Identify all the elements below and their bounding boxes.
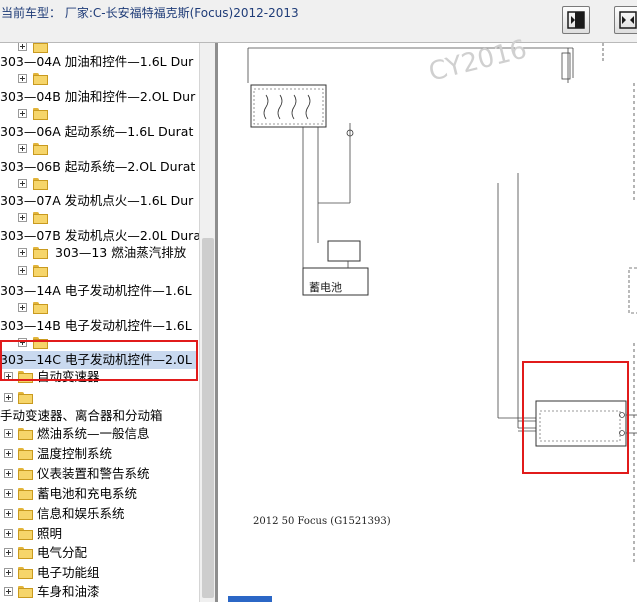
battery-label: 蓄电池 (309, 281, 342, 294)
tree-item-label: 仪表装置和警告系统 (37, 466, 150, 481)
expand-icon[interactable] (4, 529, 13, 538)
expand-icon[interactable] (4, 489, 13, 498)
folder-icon (18, 392, 34, 404)
tree-item[interactable]: 手动变速器、离合器和分动箱 (0, 407, 163, 425)
expand-icon[interactable] (18, 43, 27, 51)
expand-icon[interactable] (18, 144, 27, 153)
folder-icon (18, 547, 34, 559)
tree-item[interactable]: 303—14A 电子发动机控件—1.6L (0, 282, 192, 300)
folder-icon (33, 73, 49, 85)
folder-icon (18, 448, 34, 460)
expand-icon[interactable] (4, 469, 13, 478)
expand-icon[interactable] (4, 568, 13, 577)
tree-item-label: 电气分配 (37, 545, 88, 560)
expand-icon[interactable] (4, 393, 13, 402)
folder-icon (33, 178, 49, 190)
folder-icon (18, 508, 34, 520)
tree-item-label: 燃油系统—一般信息 (37, 426, 150, 441)
expand-icon[interactable] (4, 429, 13, 438)
folder-icon (18, 567, 34, 579)
folder-icon (18, 528, 34, 540)
folder-icon (33, 108, 49, 120)
folder-icon (33, 302, 49, 314)
folder-icon (33, 265, 49, 277)
tree-item[interactable]: 303—07A 发动机点火—1.6L Dur (0, 192, 193, 210)
module-highlight-box (522, 361, 629, 474)
folder-icon (33, 247, 49, 259)
tree-item[interactable]: 303—04B 加油和控件—2.OL Dur (0, 88, 195, 106)
expand-icon[interactable] (4, 548, 13, 557)
expand-icon[interactable] (18, 303, 27, 312)
expand-icon[interactable] (18, 248, 27, 257)
diagram-caption: 2012 50 Focus (G1521393) (253, 516, 391, 527)
expand-icon[interactable] (18, 109, 27, 118)
tree-item-label: 温度控制系统 (37, 446, 113, 461)
tree-item-label: 信息和娱乐系统 (37, 506, 125, 521)
folder-icon (33, 43, 49, 53)
expand-panel-button[interactable] (614, 6, 637, 34)
tree-item-label: 蓄电池和充电系统 (37, 486, 138, 501)
bottom-tab[interactable] (228, 596, 272, 602)
tree-item-label: 照明 (37, 526, 63, 541)
tree-item-label: 电子功能组 (37, 565, 100, 580)
tree-item[interactable]: 303—06A 起动系统—1.6L Durat (0, 123, 193, 141)
panel-right-icon (567, 11, 585, 29)
tree-item[interactable]: 303—07B 发动机点火—2.0L Dura (0, 227, 200, 245)
tree-panel: 303—04A 加油和控件—1.6L Dur 303—04B 加油和控件—2.O… (0, 43, 200, 602)
selection-highlight-box (0, 340, 198, 381)
expand-icon[interactable] (18, 266, 27, 275)
folder-icon (18, 488, 34, 500)
tree-item[interactable]: 303—06B 起动系统—2.OL Durat (0, 158, 195, 176)
panel-expand-icon (619, 11, 637, 29)
toggle-panel-button[interactable] (562, 6, 590, 34)
expand-icon[interactable] (4, 509, 13, 518)
tree-item-label: 303—13 燃油蒸汽排放 (55, 245, 187, 260)
tree-item-label: 车身和油漆 (37, 584, 100, 599)
expand-icon[interactable] (4, 587, 13, 596)
tree-item[interactable]: 303—14B 电子发动机控件—1.6L (0, 317, 192, 335)
folder-icon (33, 212, 49, 224)
scrollbar-thumb[interactable] (202, 238, 214, 598)
folder-icon (18, 586, 34, 598)
tree-item[interactable]: 303—04A 加油和控件—1.6L Dur (0, 53, 193, 71)
tree-node[interactable]: 303—13 燃油蒸汽排放 (18, 244, 198, 262)
expand-icon[interactable] (4, 449, 13, 458)
tree-scrollbar[interactable] (199, 43, 216, 602)
folder-icon (18, 428, 34, 440)
folder-icon (33, 143, 49, 155)
expand-icon[interactable] (18, 179, 27, 188)
title-bar: 当前车型： 厂家:C-长安福特福克斯(Focus)2012-2013 (0, 0, 637, 43)
window-title: 当前车型： 厂家:C-长安福特福克斯(Focus)2012-2013 (1, 6, 299, 20)
expand-icon[interactable] (18, 213, 27, 222)
expand-icon[interactable] (18, 74, 27, 83)
folder-icon (18, 468, 34, 480)
